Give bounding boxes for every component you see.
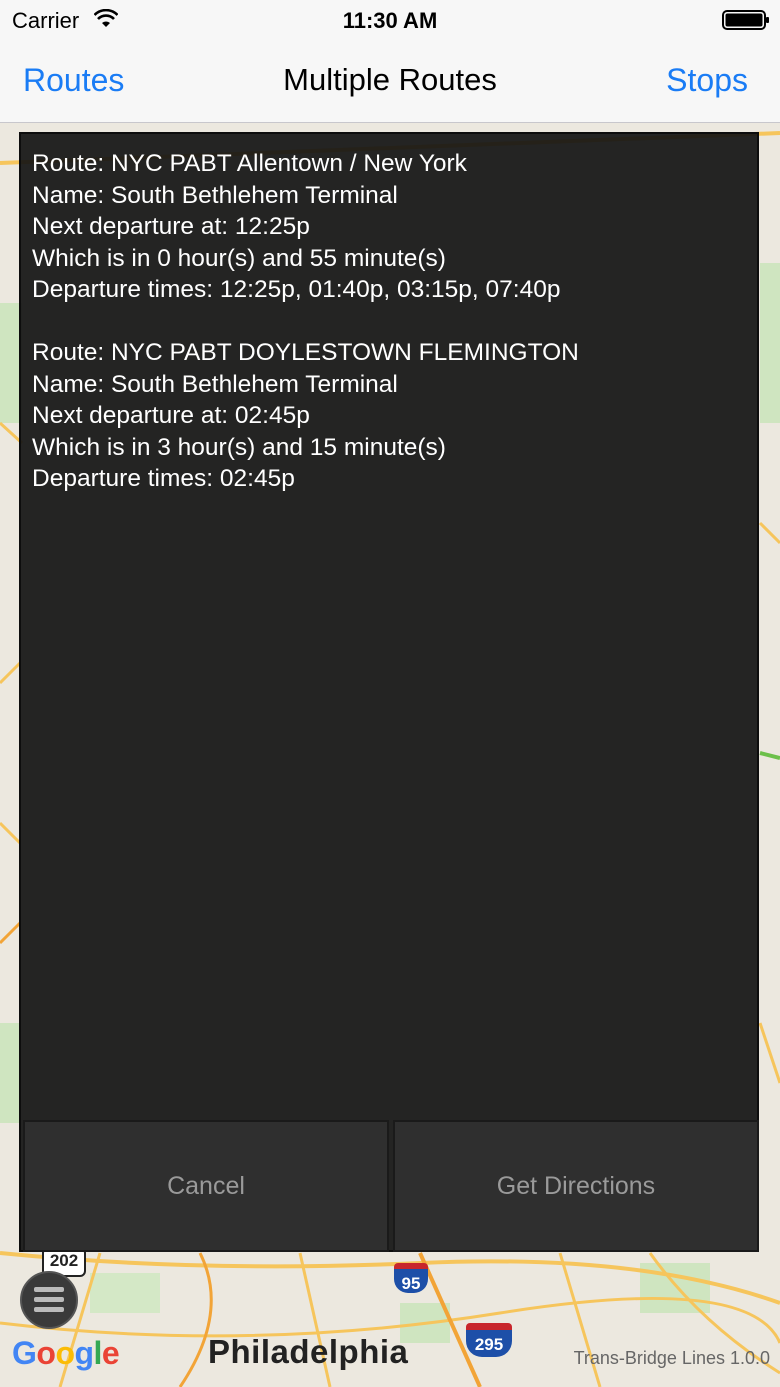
stop-name-label: Name: South Bethlehem Terminal xyxy=(32,181,398,209)
map-city-label: Philadelphia xyxy=(208,1333,409,1370)
departure-times-label: Departure times: 02:45p xyxy=(32,465,295,492)
google-logo: Google xyxy=(12,1335,120,1371)
version-label: Trans-Bridge Lines 1.0.0 xyxy=(573,1348,770,1368)
cancel-button[interactable]: Cancel xyxy=(23,1120,389,1252)
next-departure-label: Next departure at: 02:45p xyxy=(32,402,310,429)
stop-name-label: Name: South Bethlehem Terminal xyxy=(32,370,398,398)
time-until-label: Which is in 3 hour(s) and 15 minute(s) xyxy=(32,433,446,461)
interstate-295-shield: 295 xyxy=(466,1323,512,1357)
status-bar: Carrier 11:30 AM xyxy=(0,0,780,40)
get-directions-button[interactable]: Get Directions xyxy=(393,1120,759,1252)
status-time: 11:30 AM xyxy=(342,8,438,33)
route-block: Route: NYC PABT Allentown / New York Nam… xyxy=(32,148,747,306)
screen: 202 95 295 Philadelphia Google Trans-Bri… xyxy=(0,0,780,1387)
interstate-95-shield: 95 xyxy=(394,1263,428,1293)
stops-nav-button[interactable]: Stops xyxy=(666,62,748,99)
routes-dialog: Route: NYC PABT Allentown / New York Nam… xyxy=(19,132,759,1252)
route-label: Route: NYC PABT DOYLESTOWN FLEMINGTON xyxy=(32,339,579,366)
routes-info: Route: NYC PABT Allentown / New York Nam… xyxy=(32,148,747,526)
route-label: Route: NYC PABT Allentown / New York xyxy=(32,150,467,177)
battery-icon xyxy=(722,10,769,30)
dialog-button-row: Cancel Get Directions xyxy=(21,1120,759,1252)
departure-times-label: Departure times: 12:25p, 01:40p, 03:15p,… xyxy=(32,276,561,303)
route-block: Route: NYC PABT DOYLESTOWN FLEMINGTON Na… xyxy=(32,337,747,495)
time-until-label: Which is in 0 hour(s) and 55 minute(s) xyxy=(32,244,446,272)
page-title: Multiple Routes xyxy=(283,62,497,97)
navigation-bar: Routes Multiple Routes Stops xyxy=(0,40,780,123)
hamburger-menu-icon[interactable] xyxy=(20,1271,78,1329)
next-departure-label: Next departure at: 12:25p xyxy=(32,213,310,240)
